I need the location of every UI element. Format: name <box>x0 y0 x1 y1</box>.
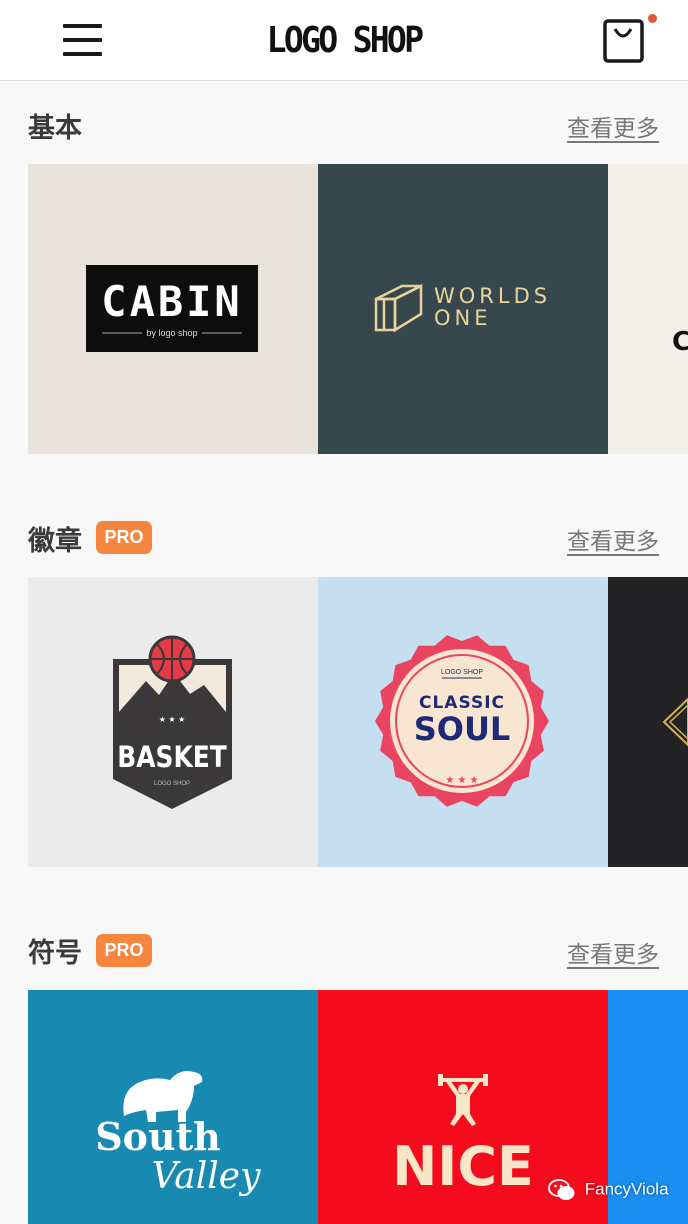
worlds-text: WORLDS <box>434 284 551 308</box>
shopping-bag-icon[interactable] <box>600 14 660 66</box>
stars-icon: ★ ★ ★ <box>445 775 478 786</box>
diamond-outline-icon <box>662 697 688 747</box>
nice-text: NICE <box>392 1135 534 1198</box>
pro-badge: PRO <box>96 934 152 967</box>
watermark: FancyViola <box>548 1178 669 1202</box>
view-more-symbol-link[interactable]: 查看更多 <box>567 935 659 969</box>
partial-logo-letter: C <box>672 327 688 357</box>
logo-tile-partial-1[interactable]: C <box>608 164 688 454</box>
watermark-text: FancyViola <box>584 1179 669 1199</box>
valley-text: Valley <box>152 1156 261 1197</box>
logo-tile-classic-soul[interactable]: LOGO SHOP CLASSIC SOUL ★ ★ ★ <box>318 577 608 867</box>
logo-tile-south-valley[interactable]: South Valley <box>28 990 318 1224</box>
pro-badge: PRO <box>96 521 152 554</box>
wechat-icon <box>548 1179 575 1200</box>
one-text: ONE <box>434 306 492 330</box>
south-text: South <box>95 1114 221 1159</box>
section-title-basic: 基本 <box>28 113 82 144</box>
top-bar: LOGO SHOP <box>0 0 688 81</box>
logo-tile-worlds-one[interactable]: WORLDS ONE <box>318 164 608 454</box>
section-title-symbol: 符号 <box>28 938 82 969</box>
logo-tile-cabin[interactable]: CABIN by logo shop <box>28 164 318 454</box>
logo-tile-partial-2[interactable] <box>608 577 688 867</box>
section-title-badge: 徽章 <box>28 526 82 557</box>
soul-subtext: LOGO SHOP <box>441 669 483 676</box>
soul-text: SOUL <box>414 710 511 748</box>
cube-icon <box>374 283 423 333</box>
svg-text:★ ★ ★: ★ ★ ★ <box>159 715 186 724</box>
basket-subtext: LOGO SHOP <box>154 781 190 787</box>
cart-notification-dot <box>648 14 657 23</box>
brand-logo[interactable]: LOGO SHOP <box>28 20 661 61</box>
cabin-logo-subtext: by logo shop <box>146 328 197 338</box>
cabin-logo-text: CABIN <box>101 277 242 326</box>
logo-tile-basket[interactable]: ★ ★ ★ BASKET LOGO SHOP <box>28 577 318 867</box>
basket-text: BASKET <box>117 741 227 774</box>
view-more-badge-link[interactable]: 查看更多 <box>567 522 659 556</box>
view-more-basic-link[interactable]: 查看更多 <box>567 109 659 143</box>
weightlifter-icon <box>438 1074 488 1126</box>
